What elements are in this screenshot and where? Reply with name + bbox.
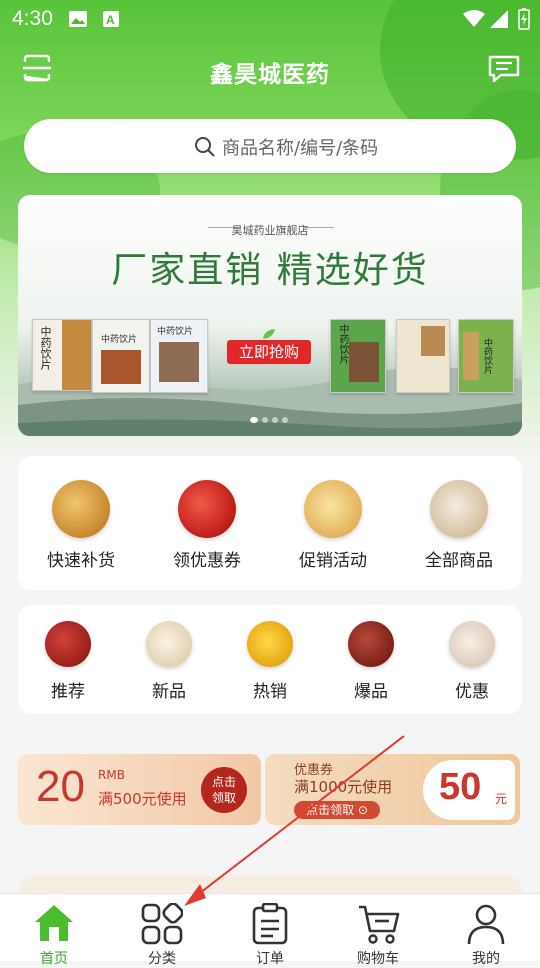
app-title: 鑫昊城医药 bbox=[210, 62, 330, 88]
font-icon: A bbox=[102, 10, 120, 32]
coupon-50[interactable]: 优惠券 满1000元使用 点击领取 ⊙ 50 元 bbox=[265, 754, 520, 825]
shop-now-button[interactable]: 立即抢购 bbox=[227, 340, 311, 364]
coupon-unit: RMB bbox=[98, 768, 125, 782]
pale-slices-icon bbox=[449, 621, 495, 667]
herb-slices-icon bbox=[304, 480, 362, 538]
product-package: 中药饮片 bbox=[32, 319, 92, 391]
product-package: 中药饮片 bbox=[150, 319, 208, 393]
tab-label: 分类 bbox=[148, 951, 176, 967]
coupon-condition: 满1000元使用 bbox=[294, 778, 393, 796]
product-package: 中药饮片 bbox=[92, 319, 150, 393]
tab-label: 购物车 bbox=[357, 951, 399, 967]
category-label: 爆品 bbox=[354, 682, 388, 702]
menu-promotions[interactable]: 促销活动 bbox=[292, 480, 374, 571]
coupon-unit: 元 bbox=[495, 792, 508, 806]
message-icon[interactable] bbox=[487, 53, 521, 89]
tab-orders[interactable]: 订单 bbox=[216, 894, 324, 967]
package-label: 中药饮片 bbox=[101, 335, 138, 345]
battery-icon bbox=[518, 8, 530, 34]
banner-store-name: 昊城药业旗舰店 bbox=[231, 224, 309, 237]
tab-home[interactable]: 首页 bbox=[0, 894, 108, 967]
status-bar: 4:30 A bbox=[0, 0, 540, 40]
wifi-icon bbox=[463, 10, 485, 32]
search-input[interactable]: 商品名称/编号/条码 bbox=[24, 119, 516, 173]
banner-headline: 厂家直销 精选好货 bbox=[111, 250, 429, 291]
category-menu-card: 推荐 新品 热销 爆品 优惠 bbox=[18, 605, 522, 714]
white-slices-icon bbox=[146, 621, 192, 667]
product-package: 中药饮片 bbox=[330, 319, 386, 393]
coupon-amount: 20 bbox=[36, 762, 85, 811]
chrysanthemum-icon bbox=[247, 621, 293, 667]
carousel-dot[interactable] bbox=[272, 417, 278, 423]
category-new[interactable]: 新品 bbox=[141, 621, 197, 702]
claim-coupon-button[interactable]: 点击领取 ⊙ bbox=[294, 801, 380, 819]
tab-cart[interactable]: 购物车 bbox=[324, 894, 432, 967]
status-time: 4:30 bbox=[12, 7, 53, 30]
coupon-condition: 满500元使用 bbox=[98, 790, 187, 808]
carousel-dot[interactable] bbox=[282, 417, 288, 423]
menu-label: 全部商品 bbox=[425, 551, 493, 571]
package-window bbox=[159, 342, 199, 382]
tab-label: 我的 bbox=[472, 951, 500, 967]
coupon-amount: 50 bbox=[439, 766, 482, 808]
promo-banner[interactable]: 昊城药业旗舰店 厂家直销 精选好货 立即抢购 中药饮片 中药饮片 中药饮片 中药… bbox=[18, 195, 522, 436]
category-label: 推荐 bbox=[51, 682, 85, 702]
search-icon bbox=[194, 136, 216, 162]
top-bar: 鑫昊城医药 bbox=[0, 45, 540, 95]
menu-get-coupons[interactable]: 领优惠券 bbox=[166, 480, 248, 571]
tab-profile[interactable]: 我的 bbox=[432, 894, 540, 967]
tab-label: 订单 bbox=[256, 951, 284, 967]
package-window bbox=[349, 342, 379, 382]
package-label: 中药饮片 bbox=[337, 324, 348, 364]
signal-icon bbox=[490, 10, 508, 32]
menu-label: 领优惠券 bbox=[173, 551, 241, 571]
quick-menu-card: 快速补货 领优惠券 促销活动 全部商品 bbox=[18, 456, 522, 590]
package-label: 中药饮片 bbox=[482, 338, 492, 374]
category-discount[interactable]: 优惠 bbox=[444, 621, 500, 702]
package-window bbox=[463, 332, 479, 380]
coupon-20[interactable]: 20 RMB 满500元使用 点击 领取 bbox=[18, 754, 261, 825]
menu-all-products[interactable]: 全部商品 bbox=[418, 480, 500, 571]
red-dates-icon bbox=[348, 621, 394, 667]
package-label: 中药饮片 bbox=[157, 327, 194, 337]
carousel-dot[interactable] bbox=[250, 417, 258, 423]
carousel-indicator bbox=[250, 408, 292, 427]
category-explosive[interactable]: 爆品 bbox=[343, 621, 399, 702]
menu-quick-restock[interactable]: 快速补货 bbox=[40, 480, 122, 571]
mixed-herbs-icon bbox=[430, 480, 488, 538]
category-label: 热销 bbox=[253, 682, 287, 702]
image-icon bbox=[68, 10, 88, 32]
tab-label: 首页 bbox=[40, 951, 68, 967]
product-package: 中药饮片 bbox=[458, 319, 514, 393]
product-package bbox=[396, 319, 450, 393]
coupon-value-box: 50 元 bbox=[423, 760, 515, 820]
home-icon bbox=[35, 905, 73, 941]
carousel-dot[interactable] bbox=[262, 417, 268, 423]
package-window bbox=[101, 350, 141, 384]
category-icon bbox=[141, 903, 183, 945]
herb-root-icon bbox=[52, 480, 110, 538]
goji-icon bbox=[178, 480, 236, 538]
jujube-icon bbox=[45, 621, 91, 667]
category-recommend[interactable]: 推荐 bbox=[40, 621, 96, 702]
category-label: 优惠 bbox=[455, 682, 489, 702]
order-icon bbox=[252, 903, 288, 945]
cart-icon bbox=[359, 905, 400, 944]
category-hot[interactable]: 热销 bbox=[242, 621, 298, 702]
bottom-tab-bar: 首页 分类 订单 购物车 我的 bbox=[0, 893, 540, 967]
menu-label: 促销活动 bbox=[299, 551, 367, 571]
user-icon bbox=[467, 904, 505, 945]
package-label: 中药饮片 bbox=[39, 326, 52, 370]
search-placeholder: 商品名称/编号/条码 bbox=[222, 138, 379, 159]
svg-text:A: A bbox=[106, 13, 115, 27]
menu-label: 快速补货 bbox=[47, 551, 115, 571]
tab-category[interactable]: 分类 bbox=[108, 894, 216, 967]
category-label: 新品 bbox=[152, 682, 186, 702]
claim-label: 点击 领取 bbox=[211, 775, 236, 805]
package-window bbox=[421, 326, 445, 356]
claim-coupon-button[interactable]: 点击 领取 bbox=[201, 767, 247, 813]
